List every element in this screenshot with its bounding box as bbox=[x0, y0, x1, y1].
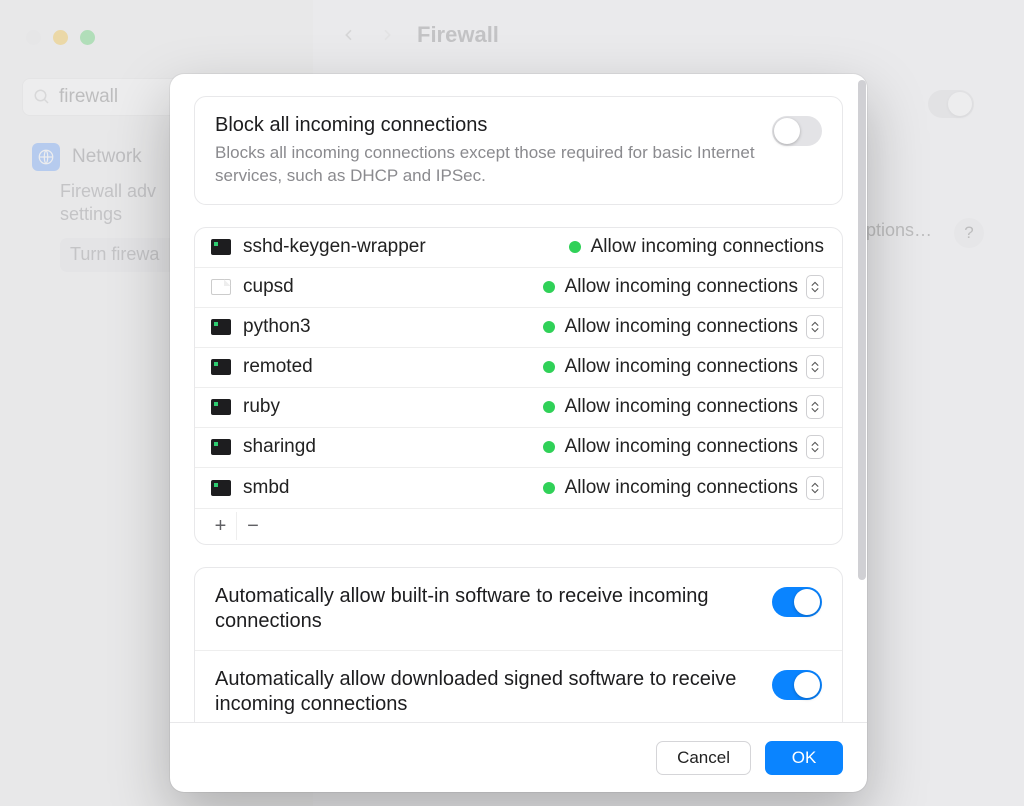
block-all-subtitle: Blocks all incoming connections except t… bbox=[215, 142, 758, 188]
status-stepper[interactable] bbox=[806, 435, 824, 459]
status-dot-icon bbox=[543, 321, 555, 333]
auto-signed-toggle[interactable] bbox=[772, 670, 822, 700]
app-name-label: python3 bbox=[243, 316, 543, 338]
status-dot-icon bbox=[543, 281, 555, 293]
auto-allow-card: Automatically allow built-in software to… bbox=[194, 567, 843, 722]
app-name-label: sshd-keygen-wrapper bbox=[243, 236, 569, 258]
status-label: Allow incoming connections bbox=[565, 396, 798, 418]
terminal-icon bbox=[211, 319, 231, 335]
block-all-toggle[interactable] bbox=[772, 116, 822, 146]
terminal-icon bbox=[211, 359, 231, 375]
app-row[interactable]: cupsd Allow incoming connections bbox=[195, 268, 842, 308]
app-row[interactable]: ruby Allow incoming connections bbox=[195, 388, 842, 428]
terminal-icon bbox=[211, 399, 231, 415]
app-row[interactable]: python3 Allow incoming connections bbox=[195, 308, 842, 348]
terminal-icon bbox=[211, 480, 231, 496]
app-name-label: remoted bbox=[243, 356, 543, 378]
status-stepper[interactable] bbox=[806, 476, 824, 500]
firewall-options-sheet: Block all incoming connections Blocks al… bbox=[170, 74, 867, 792]
app-name-label: cupsd bbox=[243, 276, 543, 298]
status-label: Allow incoming connections bbox=[591, 236, 824, 258]
status-label: Allow incoming connections bbox=[565, 276, 798, 298]
status-label: Allow incoming connections bbox=[565, 316, 798, 338]
add-app-button[interactable]: + bbox=[205, 512, 237, 540]
sheet-footer: Cancel OK bbox=[170, 722, 867, 792]
remove-app-button[interactable]: − bbox=[237, 512, 269, 540]
status-dot-icon bbox=[543, 482, 555, 494]
terminal-icon bbox=[211, 239, 231, 255]
status-stepper[interactable] bbox=[806, 395, 824, 419]
app-row[interactable]: remoted Allow incoming connections bbox=[195, 348, 842, 388]
auto-builtin-toggle[interactable] bbox=[772, 587, 822, 617]
status-dot-icon bbox=[569, 241, 581, 253]
status-stepper[interactable] bbox=[806, 275, 824, 299]
auto-builtin-title: Automatically allow built-in software to… bbox=[215, 584, 758, 634]
terminal-icon bbox=[211, 439, 231, 455]
status-stepper[interactable] bbox=[806, 355, 824, 379]
status-stepper[interactable] bbox=[806, 315, 824, 339]
block-all-card: Block all incoming connections Blocks al… bbox=[194, 96, 843, 205]
auto-signed-title: Automatically allow downloaded signed so… bbox=[215, 667, 758, 717]
status-label: Allow incoming connections bbox=[565, 477, 798, 499]
sheet-scrollbar[interactable] bbox=[858, 80, 866, 580]
status-dot-icon bbox=[543, 361, 555, 373]
document-icon bbox=[211, 279, 231, 295]
app-name-label: ruby bbox=[243, 396, 543, 418]
status-label: Allow incoming connections bbox=[565, 356, 798, 378]
app-row[interactable]: smbd Allow incoming connections bbox=[195, 468, 842, 508]
sheet-scroll-area[interactable]: Block all incoming connections Blocks al… bbox=[170, 74, 867, 722]
firewall-apps-list: sshd-keygen-wrapper Allow incoming connec… bbox=[194, 227, 843, 545]
status-label: Allow incoming connections bbox=[565, 436, 798, 458]
app-name-label: sharingd bbox=[243, 436, 543, 458]
ok-button[interactable]: OK bbox=[765, 741, 843, 775]
app-row[interactable]: sshd-keygen-wrapper Allow incoming connec… bbox=[195, 228, 842, 268]
app-name-label: smbd bbox=[243, 477, 543, 499]
cancel-button[interactable]: Cancel bbox=[656, 741, 751, 775]
block-all-title: Block all incoming connections bbox=[215, 113, 758, 138]
list-toolbar: + − bbox=[195, 508, 842, 544]
app-row[interactable]: sharingd Allow incoming connections bbox=[195, 428, 842, 468]
status-dot-icon bbox=[543, 401, 555, 413]
status-dot-icon bbox=[543, 441, 555, 453]
